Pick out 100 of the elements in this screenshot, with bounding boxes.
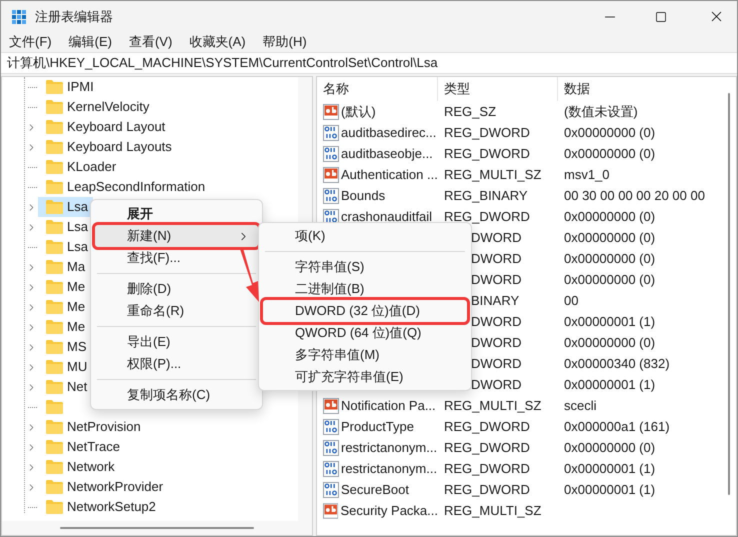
tree-item[interactable]: IPMI: [38, 77, 99, 97]
tree-item[interactable]: Lsa: [38, 217, 93, 237]
tree-item[interactable]: MS: [38, 337, 92, 357]
value-data-cell-text: 0x000000a1 (161): [563, 418, 670, 436]
binary-value-icon: [323, 146, 339, 162]
tree-item[interactable]: Network: [38, 457, 120, 477]
folder-icon: [46, 140, 63, 154]
value-data-cell-text: 0x00000000 (0): [563, 250, 656, 268]
menu-bar-item[interactable]: 帮助(H): [262, 32, 307, 52]
column-header[interactable]: 名称: [317, 77, 438, 101]
menu-item[interactable]: 项(K): [263, 225, 334, 247]
value-type-cell-text: REG_DWORD: [444, 438, 530, 457]
value-type-cell-text: DWORD: [471, 334, 522, 352]
folder-icon: [46, 480, 63, 494]
value-type-cell-text: REG_MULTI_SZ: [444, 166, 542, 184]
value-name-cell[interactable]: Security Packa...: [340, 500, 438, 520]
menu-bar-item[interactable]: 收藏夹(A): [189, 32, 246, 52]
folder-icon: [46, 220, 63, 234]
tree-item[interactable]: KernelVelocity: [38, 97, 154, 117]
binary-value-icon: [323, 440, 339, 456]
value-data-cell-text: 0x00000001 (1): [563, 376, 656, 394]
menu-item[interactable]: 多字符串值(M): [263, 344, 388, 366]
binary-value-icon: [323, 418, 339, 434]
vertical-scrollbar[interactable]: [728, 93, 730, 495]
menu-item[interactable]: 重命名(R): [95, 300, 192, 322]
value-data-cell-text: 0x00000000 (0): [563, 270, 656, 289]
folder-icon: [46, 460, 63, 474]
column-header[interactable]: 类型: [438, 77, 558, 101]
menu-bar-item[interactable]: 文件(F): [9, 32, 52, 52]
tree-item[interactable]: Me: [38, 317, 90, 337]
value-data-cell-text: 0x00000000 (0): [563, 228, 656, 247]
horizontal-scrollbar[interactable]: [60, 527, 254, 529]
value-type-cell-text: DWORD: [471, 376, 522, 394]
value-type-cell-text: REG_DWORD: [444, 418, 530, 436]
folder-icon: [46, 380, 63, 394]
value-type-cell-text: DWORD: [471, 312, 522, 331]
value-name-cell[interactable]: auditbaseobje...: [341, 144, 433, 164]
tree-item[interactable]: Lsa: [38, 237, 93, 257]
menu-item[interactable]: 删除(D): [95, 278, 180, 300]
tree-item[interactable]: LeapSecondInformation: [38, 177, 210, 197]
menu-item[interactable]: 复制项名称(C): [95, 384, 218, 406]
folder-icon: [46, 120, 63, 134]
menu-item[interactable]: 权限(P)...: [95, 353, 190, 375]
value-name-cell[interactable]: restrictanonym...: [341, 438, 438, 458]
tree-item[interactable]: NetworkSetup2: [38, 497, 161, 517]
value-type-cell-text: DWORD: [471, 250, 522, 268]
tree-item[interactable]: Me: [38, 297, 90, 317]
tree-item[interactable]: MU: [38, 357, 92, 377]
address-bar[interactable]: 计算机\HKEY_LOCAL_MACHINE\SYSTEM\CurrentControlSet\Control\Lsa: [1, 52, 737, 74]
menu-bar-item[interactable]: 查看(V): [128, 32, 172, 52]
column-header[interactable]: 数据: [558, 77, 722, 101]
value-data-cell-text: 00: [563, 292, 578, 310]
tree-item[interactable]: Me: [38, 277, 90, 297]
menu-item[interactable]: 导出(E): [95, 331, 178, 353]
value-data-cell-text: (数值未设置): [563, 102, 638, 121]
value-name-cell[interactable]: auditbasedirec...: [341, 122, 436, 142]
value-type-cell-text: REG_DWORD: [444, 480, 530, 499]
value-name-cell[interactable]: ProductType: [341, 416, 414, 436]
menu-item[interactable]: 新建(N): [95, 225, 258, 247]
value-type-cell-text: REG_MULTI_SZ: [444, 502, 542, 520]
tree-item[interactable]: NetworkProvider: [38, 477, 168, 497]
folder-icon: [46, 280, 63, 294]
tree-item[interactable]: NetTrace: [38, 437, 125, 457]
value-data-cell-text: 0x00000001 (1): [563, 312, 656, 331]
menu-item[interactable]: DWORD (32 位)值(D): [263, 300, 467, 322]
folder-icon: [46, 440, 63, 454]
value-type-cell-text: DWORD: [471, 270, 522, 289]
menu-item[interactable]: 二进制值(B): [263, 278, 372, 300]
value-name-cell[interactable]: Bounds: [341, 186, 386, 206]
folder-icon: [46, 160, 63, 174]
folder-icon: [46, 400, 63, 414]
value-name-cell[interactable]: SecureBoot: [341, 480, 409, 500]
menu-item[interactable]: 查找(F)...: [95, 247, 188, 269]
menu-item[interactable]: 可扩充字符串值(E): [263, 366, 412, 388]
value-name-cell[interactable]: Authentication ...: [341, 164, 438, 184]
tree-item[interactable]: KLoader: [38, 157, 122, 177]
tree-item[interactable]: NetProvision: [38, 417, 146, 437]
string-value-icon: [323, 104, 339, 120]
tree-item[interactable]: Lsa: [38, 197, 93, 217]
value-name-cell[interactable]: Notification Pa...: [341, 396, 436, 416]
value-type-cell-text: REG_BINARY: [444, 186, 528, 205]
value-name-cell[interactable]: (默认): [341, 102, 376, 122]
folder-icon: [46, 80, 63, 94]
menu-bar-item[interactable]: 编辑(E): [68, 32, 112, 52]
tree-item[interactable]: Net: [38, 377, 92, 397]
tree-item[interactable]: Keyboard Layout: [38, 117, 170, 137]
value-name-cell[interactable]: restrictanonym...: [341, 458, 438, 478]
folder-icon: [46, 500, 63, 514]
string-value-icon: [323, 166, 339, 182]
value-name-cell[interactable]: crashonauditfail: [341, 206, 432, 226]
registry-editor-icon: [11, 8, 27, 24]
menu-item[interactable]: QWORD (64 位)值(Q): [263, 322, 430, 344]
maximize-icon[interactable]: [655, 10, 667, 22]
folder-icon: [46, 100, 63, 114]
menu-item[interactable]: 字符串值(S): [263, 256, 372, 278]
tree-item[interactable]: Ma: [38, 257, 90, 277]
menu-item[interactable]: 展开: [95, 203, 161, 225]
tree-item[interactable]: Keyboard Layouts: [38, 137, 177, 157]
folder-icon: [46, 240, 63, 254]
window-title: 注册表编辑器: [35, 8, 113, 26]
